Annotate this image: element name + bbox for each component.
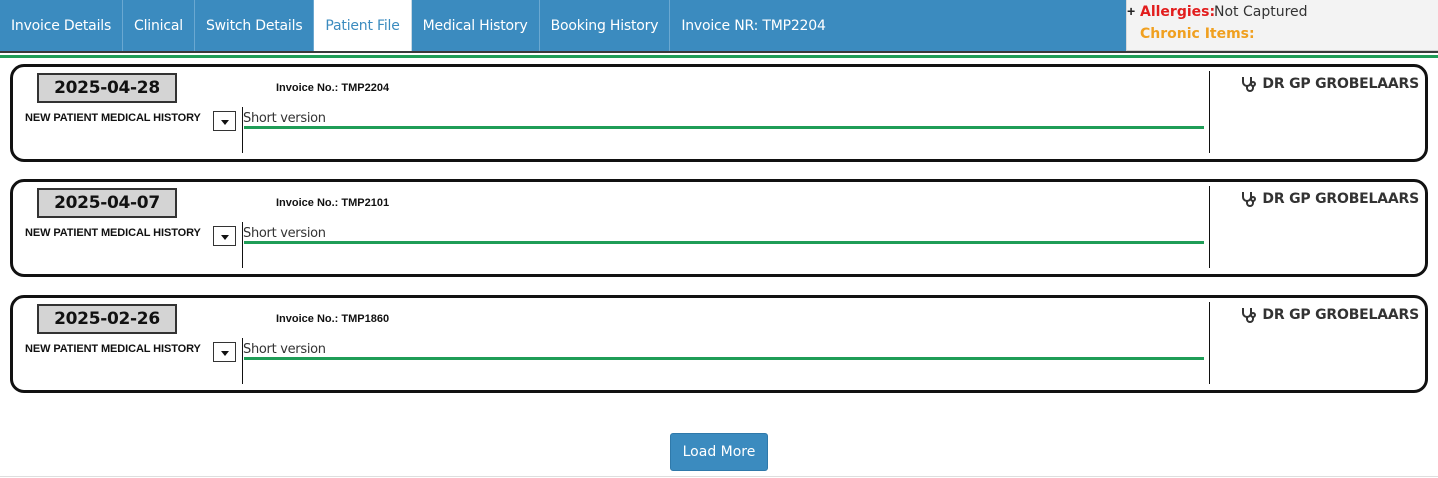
record-invoice-number: Invoice No.: TMP2101 (276, 197, 390, 209)
header-accent-line (0, 55, 1438, 58)
note-input[interactable] (244, 241, 1204, 244)
note-label: Short version (243, 111, 326, 126)
stethoscope-icon (1240, 190, 1258, 208)
tab-booking-history[interactable]: Booking History (540, 0, 671, 51)
record-doctor: DR GP GROBELAARS (1240, 306, 1419, 324)
load-more-button[interactable]: Load More (670, 433, 768, 471)
invoice-number-label: Invoice NR: TMP2204 (681, 17, 826, 34)
record-type: NEW PATIENT MEDICAL HISTORY (25, 227, 201, 239)
chronic-items-label: Chronic Items: (1140, 26, 1255, 42)
record-type: NEW PATIENT MEDICAL HISTORY (25, 112, 201, 124)
history-record-card: 2025-02-26 Invoice No.: TMP1860 NEW PATI… (10, 295, 1428, 393)
record-type: NEW PATIENT MEDICAL HISTORY (25, 343, 201, 355)
note-label: Short version (243, 342, 326, 357)
alerts-panel: + Allergies: Not Captured Chronic Items: (1126, 0, 1438, 51)
tab-medical-history[interactable]: Medical History (412, 0, 540, 51)
tab-switch-details[interactable]: Switch Details (195, 0, 315, 51)
note-input[interactable] (244, 126, 1204, 129)
allergies-value: Not Captured (1214, 4, 1308, 20)
header-divider (0, 51, 1438, 53)
doctor-divider (1209, 186, 1210, 268)
note-label: Short version (243, 226, 326, 241)
doctor-name: DR GP GROBELAARS (1262, 76, 1419, 92)
doctor-name: DR GP GROBELAARS (1262, 307, 1419, 323)
tab-clinical[interactable]: Clinical (123, 0, 195, 51)
history-record-card: 2025-04-28 Invoice No.: TMP2204 NEW PATI… (10, 64, 1428, 162)
tab-bar: Invoice Details Clinical Switch Details … (0, 0, 1126, 51)
note-input[interactable] (244, 357, 1204, 360)
doctor-divider (1209, 71, 1210, 153)
tab-patient-file[interactable]: Patient File (314, 0, 412, 51)
history-record-card: 2025-04-07 Invoice No.: TMP2101 NEW PATI… (10, 179, 1428, 277)
stethoscope-icon (1240, 306, 1258, 324)
record-type-dropdown-button[interactable] (213, 342, 236, 362)
allergies-label: Allergies: (1140, 4, 1216, 20)
record-date: 2025-04-07 (37, 188, 177, 218)
expand-alerts-button[interactable]: + (1127, 3, 1135, 19)
record-type-dropdown-button[interactable] (213, 226, 236, 246)
record-invoice-number: Invoice No.: TMP2204 (276, 82, 390, 94)
bottom-divider (0, 476, 1438, 477)
doctor-divider (1209, 302, 1210, 384)
record-doctor: DR GP GROBELAARS (1240, 75, 1419, 93)
record-date: 2025-04-28 (37, 73, 177, 103)
tab-invoice-details[interactable]: Invoice Details (0, 0, 124, 51)
record-invoice-number: Invoice No.: TMP1860 (276, 313, 390, 325)
record-doctor: DR GP GROBELAARS (1240, 190, 1419, 208)
record-type-dropdown-button[interactable] (213, 111, 236, 131)
doctor-name: DR GP GROBELAARS (1262, 191, 1419, 207)
record-date: 2025-02-26 (37, 304, 177, 334)
stethoscope-icon (1240, 75, 1258, 93)
